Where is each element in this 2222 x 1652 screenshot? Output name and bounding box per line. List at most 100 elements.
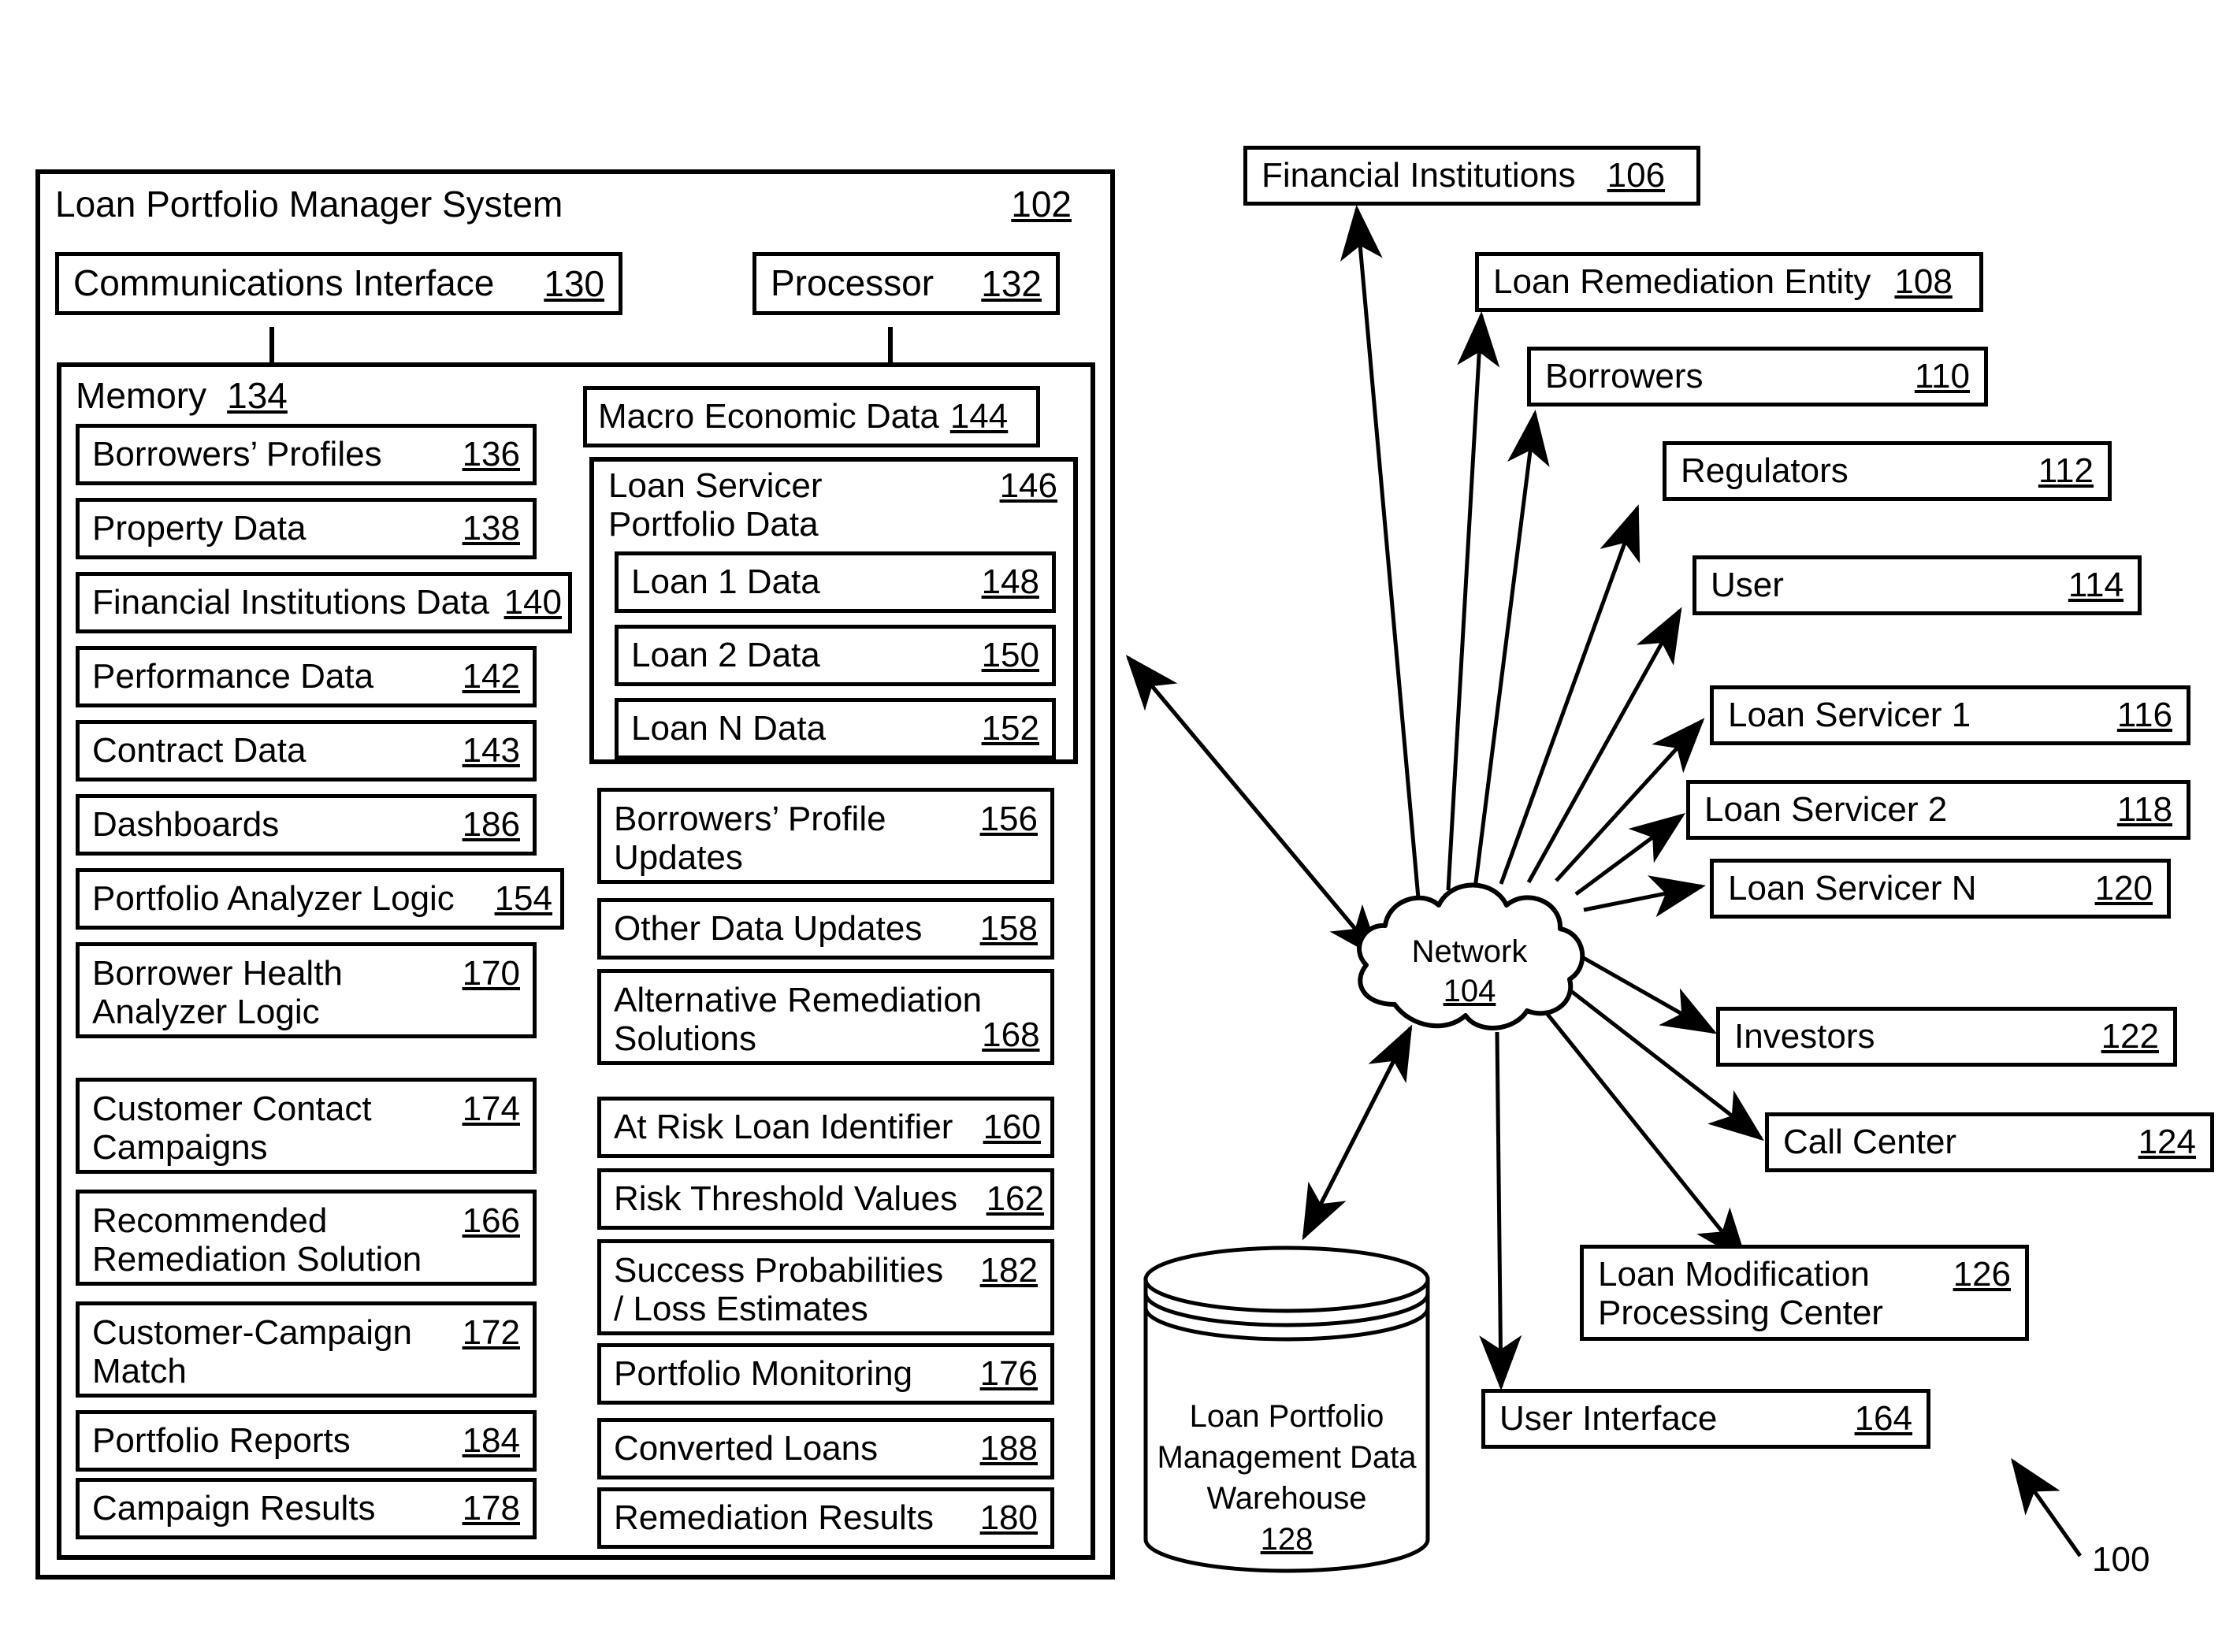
memory-item-ref: 180 <box>979 1498 1038 1537</box>
entity-borrowers[interactable]: Borrowers 110 <box>1527 347 1988 407</box>
memory-item-portfolio-monitoring[interactable]: Portfolio Monitoring 176 <box>597 1343 1054 1405</box>
loan-item-ref: 150 <box>981 636 1039 674</box>
entity-label: Financial Institutions <box>1261 156 1576 195</box>
entity-loan-modification-processing-center[interactable]: Loan Modification Processing Center 126 <box>1580 1245 2029 1341</box>
memory-item-portfolio-reports[interactable]: Portfolio Reports 184 <box>76 1410 537 1472</box>
memory-item-contract-data[interactable]: Contract Data 143 <box>76 720 537 781</box>
memory-item-success-probabilities[interactable]: Success Probabilities / Loss Estimates 1… <box>597 1239 1054 1335</box>
data-warehouse-ref: 128 <box>1260 1522 1314 1557</box>
memory-item-recommended-remediation-solution[interactable]: Recommended Remediation Solution 166 <box>76 1190 537 1286</box>
memory-item-ref: 154 <box>494 879 552 918</box>
entity-ref: 120 <box>2094 869 2153 908</box>
entity-ref: 112 <box>2038 451 2094 490</box>
entity-label: Loan Servicer N <box>1728 869 1977 908</box>
memory-item-ref: 138 <box>462 509 520 548</box>
macro-economic-data-ref: 144 <box>949 397 1009 436</box>
entity-loan-servicer-1[interactable]: Loan Servicer 1 116 <box>1710 685 2190 745</box>
entity-call-center[interactable]: Call Center 124 <box>1765 1112 2214 1172</box>
memory-item-customer-campaign-match[interactable]: Customer-Campaign Match 172 <box>76 1301 537 1398</box>
loan-item-2[interactable]: Loan 2 Data 150 <box>615 625 1056 686</box>
memory-item-ref: 170 <box>462 954 520 993</box>
memory-item-remediation-results[interactable]: Remediation Results 180 <box>597 1487 1054 1549</box>
entity-ref: 124 <box>2138 1123 2196 1161</box>
entity-label: Loan Modification Processing Center <box>1598 1255 1883 1333</box>
loan-item-n[interactable]: Loan N Data 152 <box>615 698 1056 759</box>
memory-item-label: Risk Threshold Values <box>614 1179 958 1219</box>
memory-item-at-risk-loan-identifier[interactable]: At Risk Loan Identifier 160 <box>597 1097 1054 1158</box>
entity-label: User <box>1711 566 1784 605</box>
memory-item-ref: 174 <box>462 1090 520 1128</box>
memory-item-campaign-results[interactable]: Campaign Results 178 <box>76 1478 537 1539</box>
memory-item-alternative-remediation-solutions[interactable]: Alternative Remediation Solutions 168 <box>597 969 1054 1065</box>
entity-user-interface[interactable]: User Interface 164 <box>1481 1389 1930 1449</box>
memory-item-borrowers-profiles[interactable]: Borrowers’ Profiles 136 <box>76 424 537 485</box>
memory-item-customer-contact-campaigns[interactable]: Customer Contact Campaigns 174 <box>76 1078 537 1174</box>
memory-item-ref: 178 <box>462 1489 520 1528</box>
entity-ref: 118 <box>2116 790 2172 829</box>
processor-box[interactable]: Processor 132 <box>752 252 1060 315</box>
memory-item-ref: 156 <box>979 800 1038 838</box>
memory-item-ref: 136 <box>462 435 520 473</box>
memory-item-label: Borrowers’ Profile Updates <box>614 800 886 878</box>
loan-portfolio-management-data-warehouse[interactable]: Loan Portfolio Management Data Warehouse… <box>1141 1245 1432 1574</box>
memory-item-property-data[interactable]: Property Data 138 <box>76 498 537 559</box>
communications-interface-box[interactable]: Communications Interface 130 <box>55 252 622 315</box>
memory-item-ref: 188 <box>979 1429 1038 1468</box>
entity-investors[interactable]: Investors 122 <box>1716 1007 2177 1067</box>
memory-item-dashboards[interactable]: Dashboards 186 <box>76 794 537 856</box>
entity-ref: 116 <box>2116 696 2172 734</box>
memory-item-label: Converted Loans <box>614 1429 879 1468</box>
memory-item-ref: 184 <box>462 1421 520 1460</box>
memory-item-risk-threshold-values[interactable]: Risk Threshold Values 162 <box>597 1168 1054 1230</box>
memory-item-ref: 186 <box>462 805 520 844</box>
macro-economic-data-label: Macro Economic Data <box>598 397 939 436</box>
memory-item-ref: 140 <box>503 583 562 622</box>
memory-item-converted-loans[interactable]: Converted Loans 188 <box>597 1418 1054 1479</box>
entity-financial-institutions[interactable]: Financial Institutions 106 <box>1243 146 1700 206</box>
memory-item-financial-institutions-data[interactable]: Financial Institutions Data 140 <box>76 572 572 633</box>
memory-item-label: Property Data <box>92 509 307 548</box>
entity-user[interactable]: User 114 <box>1693 555 2142 615</box>
entity-label: Borrowers <box>1545 357 1704 396</box>
memory-item-label: Portfolio Monitoring <box>614 1354 913 1394</box>
macro-economic-data-box[interactable]: Macro Economic Data 144 <box>583 386 1040 447</box>
memory-item-label: Customer-Campaign Match <box>92 1313 412 1391</box>
memory-item-label: Alternative Remediation Solutions <box>614 981 983 1059</box>
entity-label: Regulators <box>1681 451 1849 491</box>
entity-label: User Interface <box>1499 1399 1718 1439</box>
loan-item-ref: 148 <box>981 562 1039 601</box>
memory-item-label: Campaign Results <box>92 1489 376 1528</box>
network-label: Network <box>1411 934 1528 969</box>
entity-ref: 108 <box>1894 262 1953 301</box>
memory-item-performance-data[interactable]: Performance Data 142 <box>76 646 537 707</box>
processor-ref: 132 <box>981 263 1042 304</box>
entity-loan-servicer-n[interactable]: Loan Servicer N 120 <box>1710 859 2171 919</box>
memory-item-ref: 176 <box>979 1354 1038 1393</box>
memory-item-portfolio-analyzer-logic[interactable]: Portfolio Analyzer Logic 154 <box>76 868 564 930</box>
memory-item-other-data-updates[interactable]: Other Data Updates 158 <box>597 898 1054 960</box>
entity-label: Loan Servicer 2 <box>1704 790 1948 830</box>
entity-loan-remediation-entity[interactable]: Loan Remediation Entity 108 <box>1475 252 1983 312</box>
network-cloud[interactable]: Network 104 <box>1340 871 1600 1040</box>
memory-label: Memory <box>76 375 207 416</box>
memory-item-ref: 142 <box>462 657 520 696</box>
entity-ref: 126 <box>1953 1255 2011 1294</box>
memory-item-ref: 160 <box>983 1108 1041 1146</box>
entity-regulators[interactable]: Regulators 112 <box>1663 441 2112 501</box>
memory-item-label: Portfolio Reports <box>92 1421 351 1461</box>
loan-item-label: Loan 1 Data <box>631 562 820 602</box>
memory-item-borrower-health-analyzer-logic[interactable]: Borrower Health Analyzer Logic 170 <box>76 942 537 1038</box>
loan-item-label: Loan 2 Data <box>631 636 820 675</box>
memory-item-label: Contract Data <box>92 731 307 770</box>
entity-ref: 122 <box>2101 1017 2159 1056</box>
loan-servicer-portfolio-label: Loan Servicer Portfolio Data <box>608 466 823 544</box>
entity-loan-servicer-2[interactable]: Loan Servicer 2 118 <box>1686 780 2190 840</box>
loan-item-label: Loan N Data <box>631 709 827 748</box>
memory-item-borrowers-profile-updates[interactable]: Borrowers’ Profile Updates 156 <box>597 788 1054 884</box>
entity-ref: 164 <box>1854 1399 1912 1438</box>
loan-item-1[interactable]: Loan 1 Data 148 <box>615 551 1056 613</box>
memory-item-ref: 166 <box>462 1201 520 1240</box>
memory-item-ref: 143 <box>462 731 520 770</box>
communications-interface-ref: 130 <box>544 263 604 304</box>
memory-item-ref: 182 <box>979 1251 1038 1290</box>
